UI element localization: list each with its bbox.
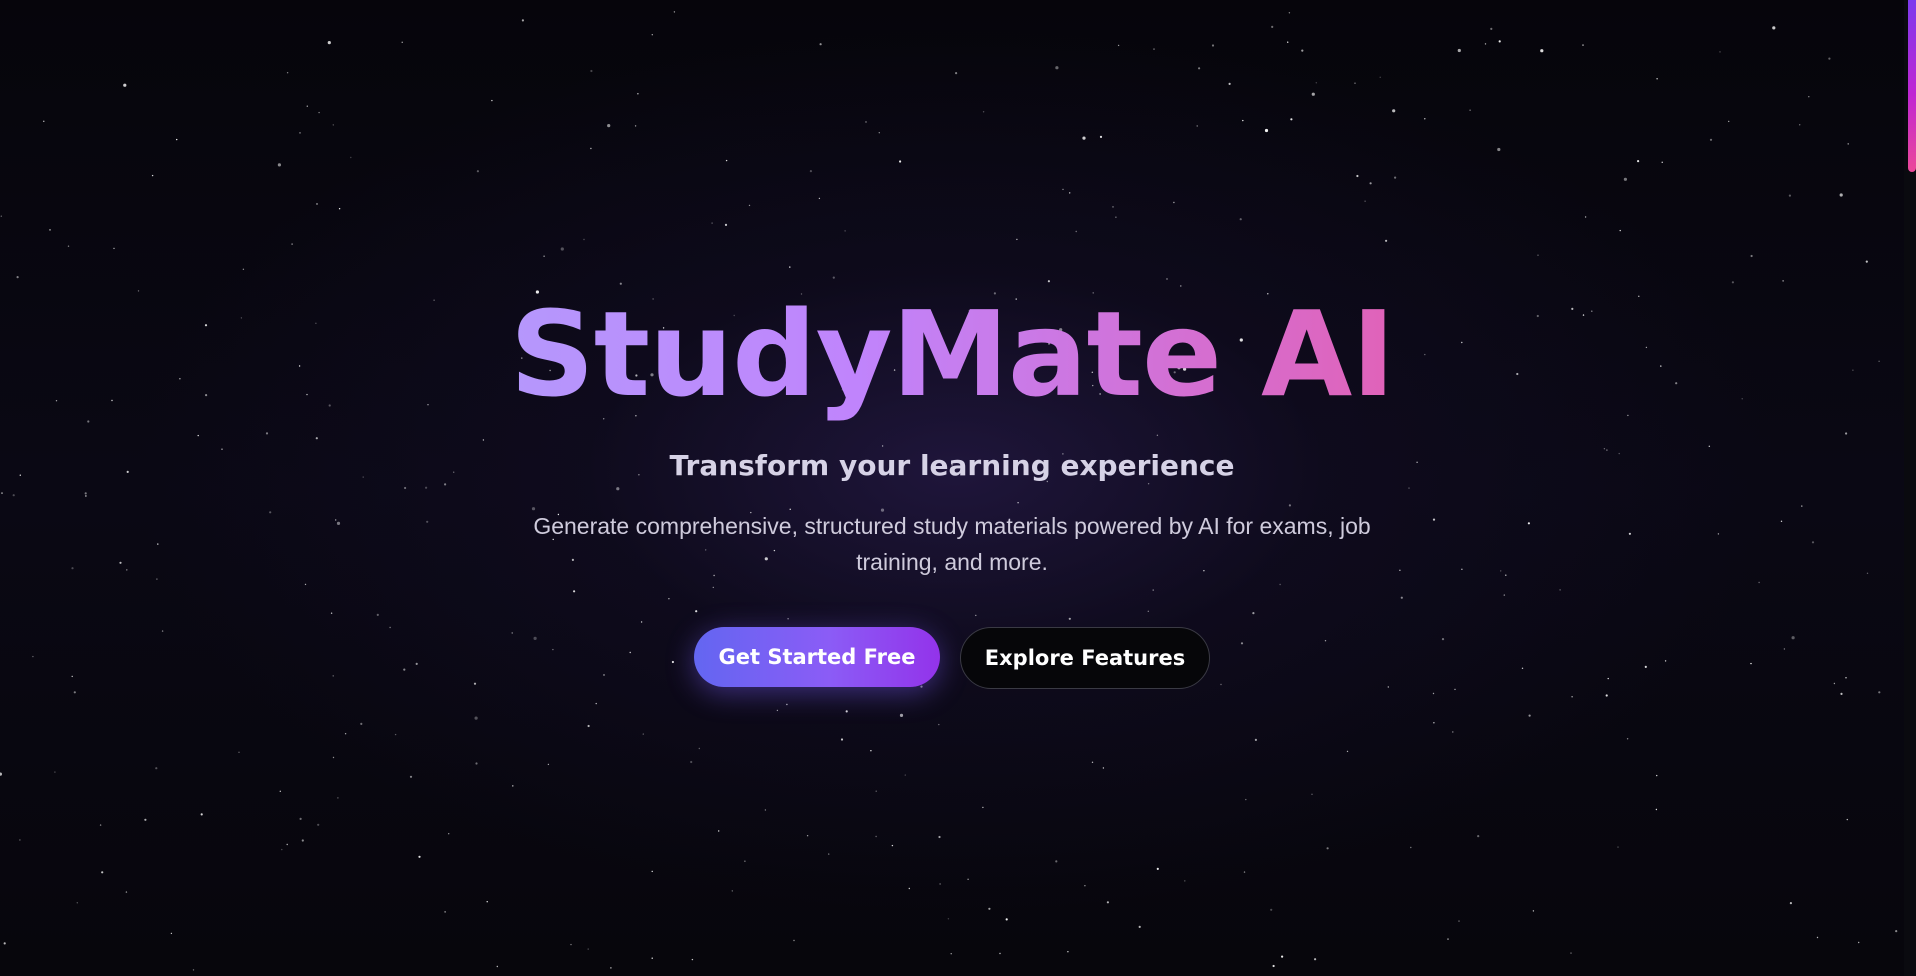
hero-section: StudyMate AI Transform your learning exp… [0,0,1904,976]
hero-subtitle: Transform your learning experience [669,449,1235,482]
landing-page: StudyMate AI Transform your learning exp… [0,0,1916,976]
hero-title: StudyMate AI [0,284,1904,424]
scrollbar-thumb[interactable] [1908,0,1916,172]
get-started-button[interactable]: Get Started Free [694,627,940,687]
cta-button-group: Get Started Free Explore Features [0,627,1904,689]
explore-features-button[interactable]: Explore Features [960,627,1210,689]
hero-description: Generate comprehensive, structured study… [533,513,1371,575]
scrollbar-track[interactable] [1904,0,1916,976]
